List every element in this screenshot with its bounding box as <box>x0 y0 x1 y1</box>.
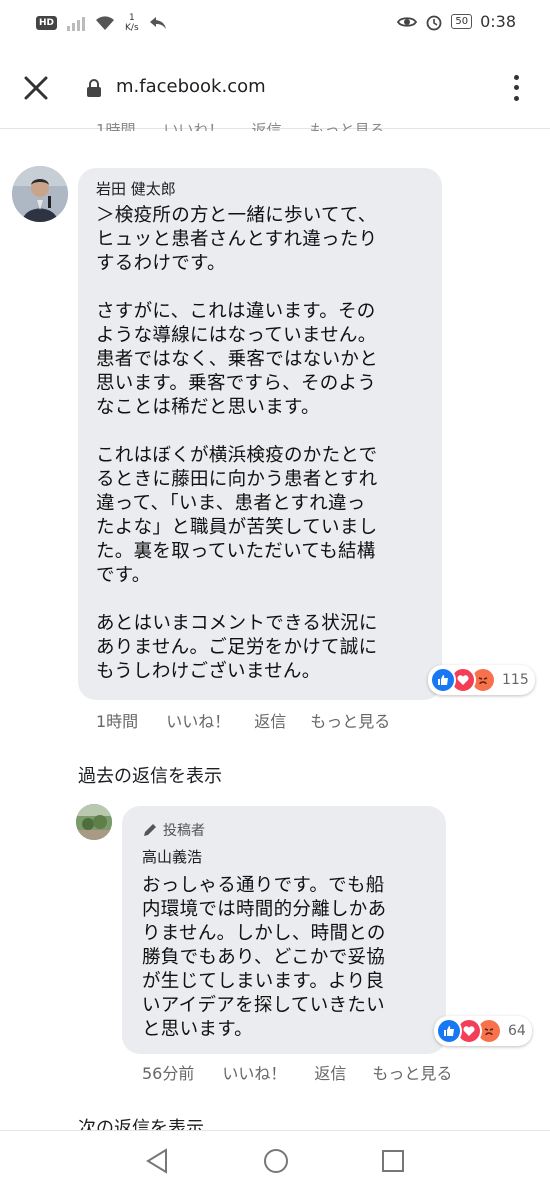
reply-arrow-icon <box>149 17 166 29</box>
reply-avatar-photo <box>76 804 112 840</box>
reply-text: おっしゃる通りです。でも船 内環境では時間的分離しかあ りません。しかし、時間と… <box>142 875 387 1040</box>
more-options-icon[interactable] <box>508 72 524 104</box>
prev-more[interactable]: もっと見る <box>310 119 385 131</box>
avatar[interactable] <box>12 166 68 222</box>
prev-like[interactable]: いいね！ <box>164 119 224 131</box>
reply-button[interactable]: 返信 <box>254 708 286 732</box>
reply-reactions[interactable]: 64 <box>434 1016 532 1046</box>
comment-text: ＞検疫所の方と一緒に歩いてて、 ヒュッと患者さんとすれ違ったり するわけです。 … <box>96 205 379 682</box>
back-icon[interactable] <box>144 1147 170 1175</box>
signal-icon <box>67 15 86 31</box>
prev-time: 1時間 <box>96 121 136 131</box>
reply-more-button[interactable]: もっと見る <box>372 1060 452 1084</box>
recents-icon[interactable] <box>380 1147 406 1175</box>
lock-icon <box>87 79 101 97</box>
comment-reactions[interactable]: 115 <box>428 665 535 695</box>
system-navigation-bar <box>0 1130 550 1193</box>
previous-comment-actions: 1時間 いいね！ 返信 もっと見る <box>96 113 385 131</box>
wifi-icon <box>96 16 115 30</box>
more-button[interactable]: もっと見る <box>310 708 390 732</box>
comment-time[interactable]: 1時間 <box>96 708 138 732</box>
speed-unit: K/s <box>125 23 139 33</box>
prev-reply[interactable]: 返信 <box>252 119 282 131</box>
like-reaction-icon <box>430 667 456 693</box>
reaction-count: 115 <box>502 672 529 688</box>
author-badge-label: 投稿者 <box>163 823 205 839</box>
reply-actions: 56分前 いいね！ 返信 もっと見る <box>142 1060 452 1084</box>
reply-time[interactable]: 56分前 <box>142 1060 194 1084</box>
status-bar: HD 1 K/s 50 0:38 <box>0 0 550 46</box>
hd-indicator: HD <box>36 16 58 30</box>
battery-icon: 50 <box>451 14 473 29</box>
close-icon[interactable] <box>22 74 50 102</box>
author-badge: 投稿者 <box>142 820 205 840</box>
speed-value: 1 <box>128 13 135 23</box>
reply-like-button[interactable]: いいね！ <box>222 1060 286 1084</box>
view-previous-replies-link[interactable]: 過去の返信を表示 <box>78 762 222 788</box>
reply-author[interactable]: 高山義浩 <box>142 846 202 867</box>
pen-icon <box>144 824 156 836</box>
network-speed: 1 K/s <box>125 13 139 33</box>
eye-icon <box>397 16 418 27</box>
view-next-replies-link[interactable]: 次の返信を表示 <box>78 1112 204 1130</box>
url-text[interactable]: m.facebook.com <box>116 76 266 97</box>
alarm-icon <box>426 15 442 30</box>
comment-actions: 1時間 いいね！ 返信 もっと見る <box>96 708 390 732</box>
clock: 0:38 <box>480 12 516 31</box>
status-left: HD 1 K/s <box>36 13 167 33</box>
reply-reply-button[interactable]: 返信 <box>314 1060 346 1084</box>
view-next-replies-label: 次の返信を表示 <box>78 1118 204 1130</box>
like-button[interactable]: いいね！ <box>166 708 230 732</box>
like-reaction-icon <box>436 1018 462 1044</box>
reply-avatar[interactable] <box>76 804 112 840</box>
home-icon[interactable] <box>262 1147 290 1175</box>
status-right: 50 0:38 <box>397 12 516 31</box>
avatar-photo <box>12 166 68 222</box>
reply-reaction-count: 64 <box>508 1023 526 1039</box>
comment-author[interactable]: 岩田 健太郎 <box>96 178 176 199</box>
